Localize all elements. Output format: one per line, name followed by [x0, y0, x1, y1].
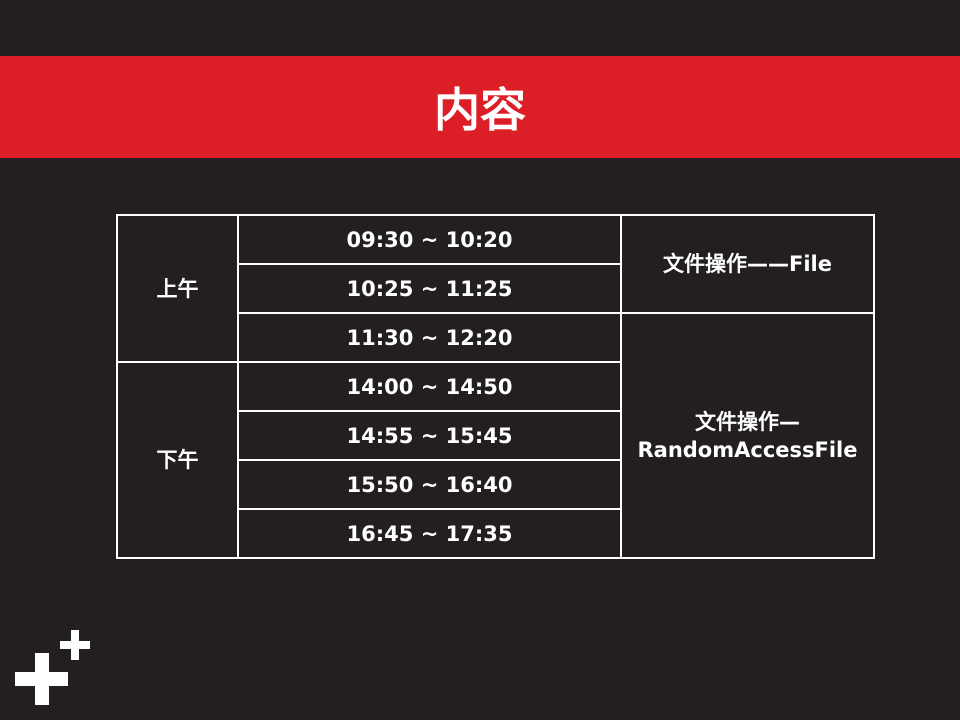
table-row: 上午 09:30 ~ 10:20 文件操作——File	[116, 214, 875, 363]
big-plus-vertical	[35, 653, 49, 705]
title-band: 内容	[0, 56, 960, 158]
schedule-table: 上午 09:30 ~ 10:20 文件操作——File 10:25 ~ 11:2…	[116, 214, 875, 559]
time-cell: 11:30 ~ 12:20	[237, 312, 622, 363]
time-cell: 10:25 ~ 11:25	[237, 263, 622, 314]
topic-line: 文件操作—	[695, 409, 800, 434]
time-cell: 14:55 ~ 15:45	[237, 410, 622, 461]
topic-file: 文件操作——File	[620, 214, 875, 314]
topic-random-access-file: 文件操作— RandomAccessFile	[620, 312, 875, 559]
period-morning: 上午	[116, 214, 239, 363]
period-afternoon: 下午	[116, 361, 239, 559]
time-cell: 16:45 ~ 17:35	[237, 508, 622, 559]
topic-line: RandomAccessFile	[637, 437, 858, 462]
page-title: 内容	[434, 83, 526, 137]
time-cell: 15:50 ~ 16:40	[237, 459, 622, 510]
time-cell: 09:30 ~ 10:20	[237, 214, 622, 265]
time-cell: 14:00 ~ 14:50	[237, 361, 622, 412]
small-plus-vertical	[71, 630, 79, 660]
